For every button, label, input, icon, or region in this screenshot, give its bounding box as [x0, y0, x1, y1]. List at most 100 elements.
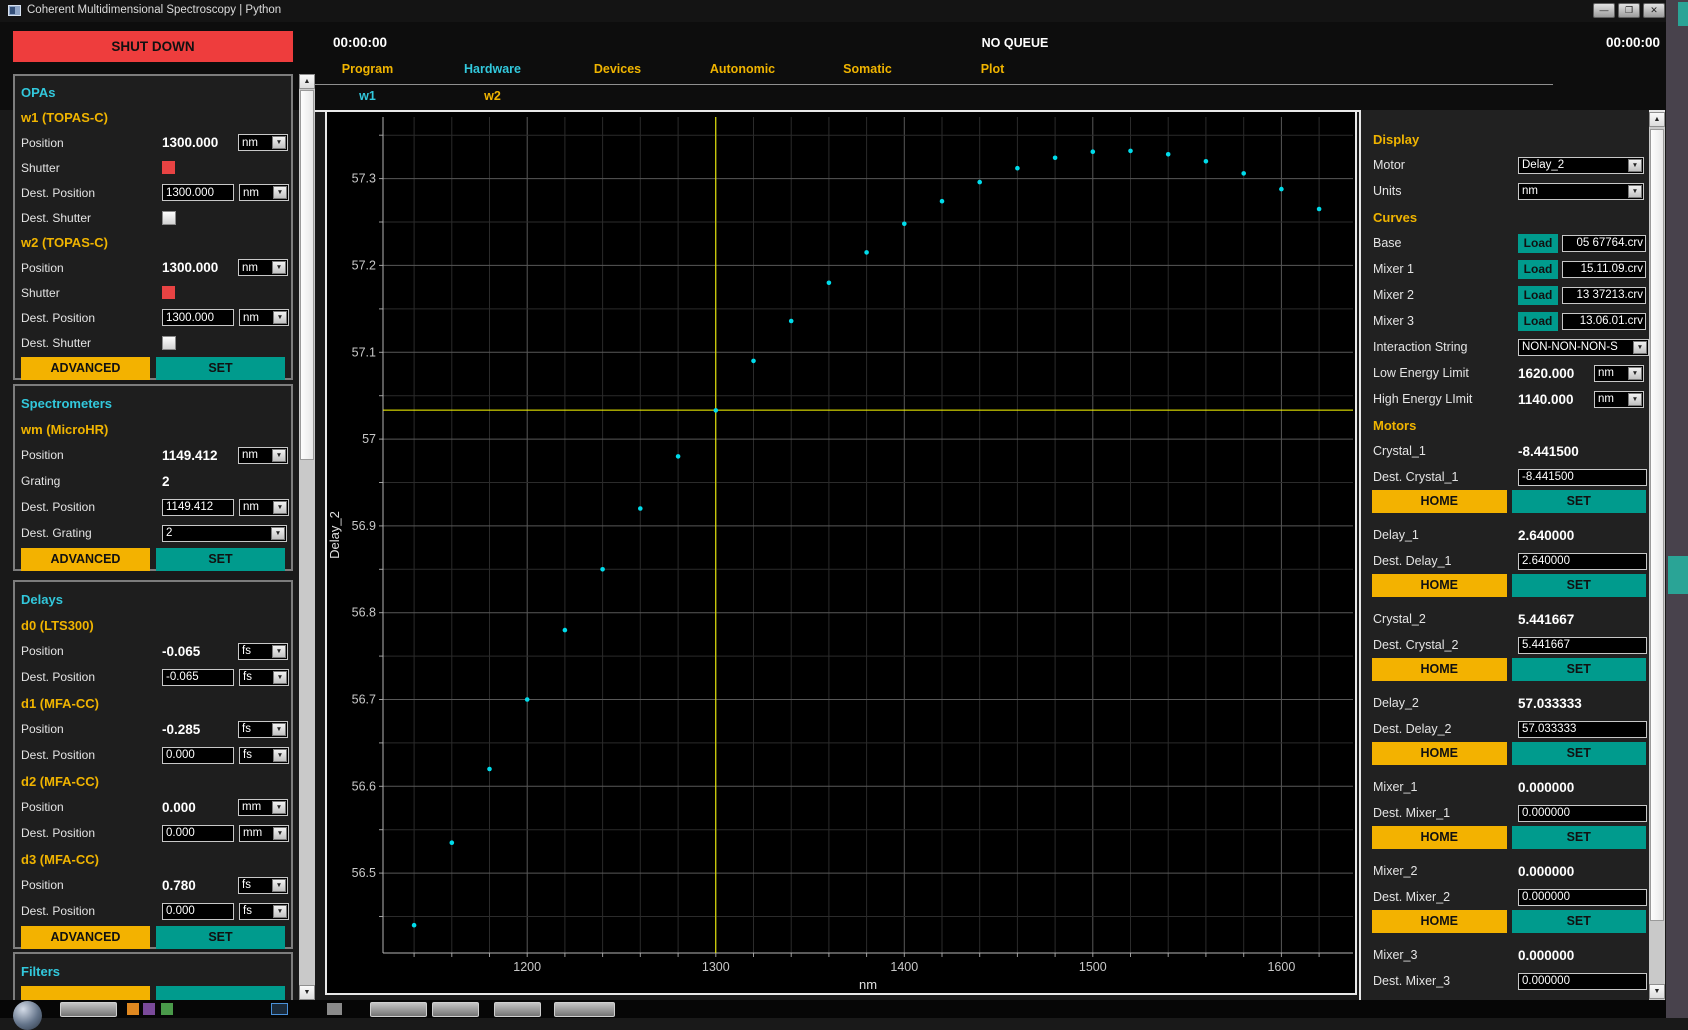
w2-dest-position-input[interactable]: [162, 309, 234, 326]
dropdown-arrow-icon[interactable]: ▼: [273, 905, 287, 918]
desktop-shortcut-icon[interactable]: [1678, 2, 1688, 26]
load-mixer3-button[interactable]: Load: [1518, 312, 1558, 331]
home-button[interactable]: HOME: [1372, 658, 1507, 681]
delays-set-button[interactable]: SET: [156, 926, 285, 949]
motor-dest-input[interactable]: [1518, 973, 1647, 990]
w2-dest-units-dropdown[interactable]: nm ▼: [239, 309, 289, 326]
d3-dest-units-dropdown[interactable]: fs ▼: [239, 903, 289, 920]
dropdown-arrow-icon[interactable]: ▼: [273, 671, 287, 684]
tab-program[interactable]: Program: [305, 62, 430, 76]
wm-dest-position-input[interactable]: [162, 499, 234, 516]
taskbar-window-button[interactable]: [370, 1002, 427, 1017]
tuning-curve-plot[interactable]: 56.556.656.756.856.95757.157.257.3120013…: [325, 110, 1357, 995]
tab-autonomic[interactable]: Autonomic: [680, 62, 805, 76]
load-mixer2-button[interactable]: Load: [1518, 286, 1558, 305]
tab-plot[interactable]: Plot: [930, 62, 1055, 76]
motor-dropdown[interactable]: Delay_2 ▼: [1518, 157, 1644, 174]
taskbar-window-button[interactable]: [494, 1002, 541, 1017]
set-button[interactable]: SET: [1512, 658, 1647, 681]
dropdown-arrow-icon[interactable]: ▼: [272, 261, 286, 274]
minimize-button[interactable]: —: [1593, 3, 1615, 18]
tab-devices[interactable]: Devices: [555, 62, 680, 76]
d0-dest-units-dropdown[interactable]: fs ▼: [239, 669, 289, 686]
taskbar-app-icon[interactable]: [161, 1003, 173, 1015]
shutdown-button[interactable]: SHUT DOWN: [13, 31, 293, 62]
dropdown-arrow-icon[interactable]: ▼: [1628, 367, 1642, 380]
dropdown-arrow-icon[interactable]: ▼: [1628, 159, 1642, 172]
d0-dest-position-input[interactable]: [162, 669, 234, 686]
motor-dest-input[interactable]: [1518, 469, 1647, 486]
dropdown-arrow-icon[interactable]: ▼: [272, 879, 286, 892]
opas-set-button[interactable]: SET: [156, 357, 285, 380]
dropdown-arrow-icon[interactable]: ▼: [272, 723, 286, 736]
high-energy-units-dropdown[interactable]: nm ▼: [1594, 391, 1644, 408]
close-button[interactable]: ✕: [1643, 3, 1665, 18]
opas-advanced-button[interactable]: ADVANCED: [21, 357, 150, 380]
motor-dest-input[interactable]: [1518, 805, 1647, 822]
wm-position-units-dropdown[interactable]: nm ▼: [238, 447, 288, 464]
motor-dest-input[interactable]: [1518, 637, 1647, 654]
wm-dest-grating-dropdown[interactable]: 2 ▼: [162, 525, 287, 542]
d2-position-units-dropdown[interactable]: mm ▼: [238, 799, 288, 816]
dropdown-arrow-icon[interactable]: ▼: [272, 136, 286, 149]
load-base-button[interactable]: Load: [1518, 234, 1558, 253]
mixer3-curve-file-input[interactable]: [1562, 313, 1646, 330]
tab-hardware[interactable]: Hardware: [430, 62, 555, 76]
dropdown-arrow-icon[interactable]: ▼: [272, 449, 286, 462]
set-button[interactable]: SET: [1512, 742, 1647, 765]
dropdown-arrow-icon[interactable]: ▼: [271, 527, 285, 540]
w1-position-units-dropdown[interactable]: nm ▼: [238, 134, 288, 151]
scroll-down-icon[interactable]: ▼: [299, 985, 315, 1000]
dropdown-arrow-icon[interactable]: ▼: [273, 311, 287, 324]
right-scrollbar-thumb[interactable]: [1650, 129, 1664, 921]
spectrometers-set-button[interactable]: SET: [156, 548, 285, 571]
motor-dest-input[interactable]: [1518, 721, 1647, 738]
start-button[interactable]: [13, 1001, 42, 1030]
d2-dest-position-input[interactable]: [162, 825, 234, 842]
dropdown-arrow-icon[interactable]: ▼: [272, 645, 286, 658]
set-button[interactable]: SET: [1512, 910, 1647, 933]
taskbar-pinned-button[interactable]: [60, 1002, 117, 1017]
home-button[interactable]: HOME: [1372, 574, 1507, 597]
subtab-w2[interactable]: w2: [430, 89, 555, 103]
taskbar-window-button[interactable]: [432, 1002, 479, 1017]
dropdown-arrow-icon[interactable]: ▼: [273, 186, 287, 199]
motor-panel-scrollbar[interactable]: ▲ ▼: [1649, 112, 1665, 1000]
taskbar-app-icon[interactable]: [327, 1003, 342, 1015]
w2-dest-shutter-checkbox[interactable]: [162, 336, 176, 350]
d1-dest-position-input[interactable]: [162, 747, 234, 764]
delays-advanced-button[interactable]: ADVANCED: [21, 926, 150, 949]
dropdown-arrow-icon[interactable]: ▼: [273, 501, 287, 514]
home-button[interactable]: HOME: [1372, 826, 1507, 849]
d3-position-units-dropdown[interactable]: fs ▼: [238, 877, 288, 894]
home-button[interactable]: HOME: [1372, 910, 1507, 933]
d2-dest-units-dropdown[interactable]: mm ▼: [239, 825, 289, 842]
subtab-w1[interactable]: w1: [305, 89, 430, 103]
units-dropdown[interactable]: nm ▼: [1518, 183, 1644, 200]
dropdown-arrow-icon[interactable]: ▼: [273, 827, 287, 840]
d1-dest-units-dropdown[interactable]: fs ▼: [239, 747, 289, 764]
motor-dest-input[interactable]: [1518, 553, 1647, 570]
d3-dest-position-input[interactable]: [162, 903, 234, 920]
dropdown-arrow-icon[interactable]: ▼: [273, 749, 287, 762]
d0-position-units-dropdown[interactable]: fs ▼: [238, 643, 288, 660]
taskbar-app-icon[interactable]: [271, 1003, 288, 1015]
taskbar-window-button[interactable]: [554, 1002, 615, 1017]
left-scrollbar-thumb[interactable]: [300, 90, 314, 460]
set-button[interactable]: SET: [1512, 826, 1647, 849]
d1-position-units-dropdown[interactable]: fs ▼: [238, 721, 288, 738]
desktop-shortcut-icon[interactable]: [1668, 556, 1688, 594]
wm-dest-units-dropdown[interactable]: nm ▼: [239, 499, 289, 516]
dropdown-arrow-icon[interactable]: ▼: [1628, 185, 1642, 198]
tab-somatic[interactable]: Somatic: [805, 62, 930, 76]
dropdown-arrow-icon[interactable]: ▼: [1628, 393, 1642, 406]
w1-dest-position-input[interactable]: [162, 184, 234, 201]
taskbar-app-icon[interactable]: [143, 1003, 155, 1015]
scroll-up-icon[interactable]: ▲: [299, 74, 315, 89]
set-button[interactable]: SET: [1512, 574, 1647, 597]
motor-dest-input[interactable]: [1518, 889, 1647, 906]
w1-dest-shutter-checkbox[interactable]: [162, 211, 176, 225]
interaction-string-dropdown[interactable]: NON-NON-NON-S ▼: [1518, 339, 1649, 356]
maximize-button[interactable]: ❐: [1618, 3, 1640, 18]
w1-dest-units-dropdown[interactable]: nm ▼: [239, 184, 289, 201]
